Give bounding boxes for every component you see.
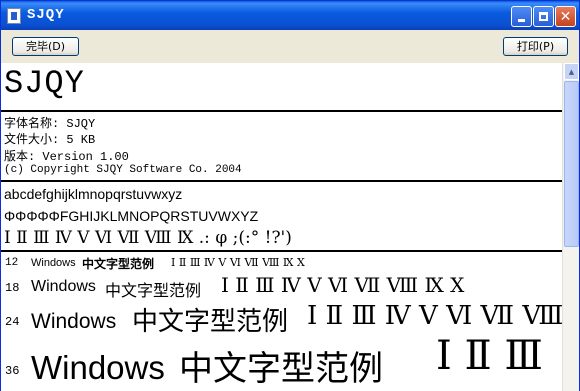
sample-size-label: 24 (5, 315, 20, 329)
window-title: SJQY (27, 7, 65, 23)
document-icon (7, 8, 21, 24)
divider (1, 110, 562, 112)
font-preview-pane[interactable]: SJQY 字体名称: SJQY 文件大小: 5 KB 版本: Version 1… (1, 63, 579, 391)
charset-uppercase: ΦΦΦΦΦFGHIJKLMNOPQRSTUVWXYZ (4, 208, 259, 224)
sample-latin: Windows (31, 310, 117, 333)
sample-cjk: 中文字型范例 (105, 281, 202, 300)
close-icon: ✕ (559, 8, 572, 25)
charset-symbols: Ⅰ Ⅱ Ⅲ Ⅳ Ⅴ Ⅵ Ⅶ Ⅷ Ⅸ .: φ ;(:° !?') (4, 228, 292, 248)
divider (1, 250, 562, 252)
sample-roman: Ⅰ Ⅱ Ⅲ (436, 333, 543, 379)
sample-size-label: 18 (5, 281, 20, 295)
sample-latin: Windows (31, 257, 76, 269)
info-version: 版本: Version 1.00 (4, 150, 129, 164)
info-file-size: 文件大小: 5 KB (4, 133, 96, 147)
sample-roman: Ⅰ Ⅱ Ⅲ Ⅳ Ⅴ Ⅵ Ⅶ Ⅷ Ⅸ Ⅹ (221, 273, 465, 297)
sample-size-label: 12 (5, 257, 19, 269)
info-copyright: (c) Copyright SJQY Software Co. 2004 (4, 164, 242, 176)
sample-cjk: 中文字型范例 (82, 257, 155, 271)
complete-button[interactable]: 完毕(D) (12, 37, 79, 56)
print-button[interactable]: 打印(P) (503, 37, 568, 56)
sample-cjk: 中文字型范例 (179, 349, 383, 389)
info-font-name: 字体名称: SJQY (4, 117, 96, 131)
sample-cjk: 中文字型范例 (132, 307, 289, 337)
sample-roman: Ⅰ Ⅱ Ⅲ Ⅳ Ⅴ Ⅵ Ⅶ Ⅷ Ⅸ Ⅹ (171, 256, 305, 269)
font-viewer-window: SJQY ✕ 完毕(D) 打印(P) SJQY 字体名称: SJQY 文件大小:… (0, 0, 580, 391)
toolbar: 完毕(D) 打印(P) (1, 30, 579, 63)
maximize-button[interactable] (533, 6, 554, 27)
scroll-thumb[interactable] (564, 81, 579, 247)
charset-lowercase: abcdefghijklmnopqrstuvwxyz (4, 186, 183, 202)
scroll-up-button[interactable]: ▲ (564, 63, 579, 80)
sample-size-label: 36 (5, 364, 20, 378)
arrow-up-icon: ▲ (568, 67, 575, 76)
sample-latin: Windows (31, 349, 165, 386)
close-button[interactable]: ✕ (555, 6, 576, 27)
sample-roman: Ⅰ Ⅱ Ⅲ Ⅳ Ⅴ Ⅵ Ⅶ Ⅷ Ⅸ Ⅹ (307, 301, 579, 331)
maximize-icon (539, 12, 548, 21)
font-heading: SJQY (4, 65, 85, 102)
divider (1, 180, 562, 182)
minimize-button[interactable] (511, 6, 532, 27)
minimize-icon (518, 19, 525, 22)
sample-latin: Windows (31, 278, 96, 295)
vertical-scrollbar[interactable]: ▲ (562, 63, 579, 391)
title-bar[interactable]: SJQY ✕ (1, 1, 579, 30)
